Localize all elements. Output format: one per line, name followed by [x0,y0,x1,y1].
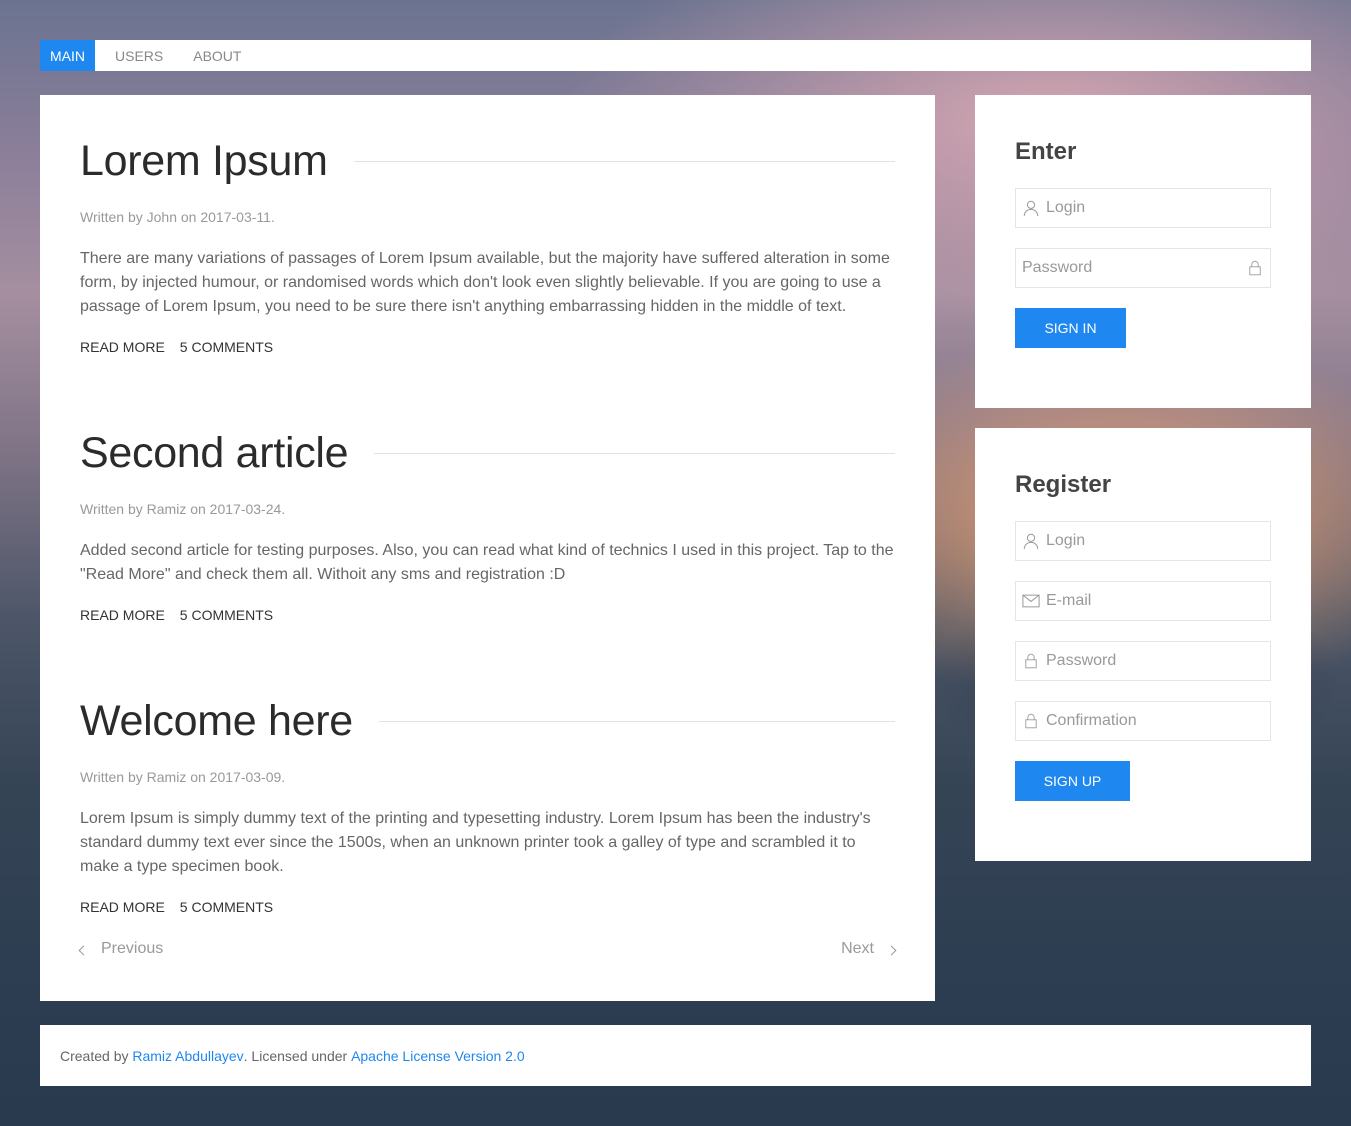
next-page-link[interactable]: Next [841,940,897,958]
comments-link[interactable]: 5 COMMENTS [180,899,273,915]
comments-link[interactable]: 5 COMMENTS [180,607,273,623]
nav-item-main[interactable]: MAIN [40,40,95,71]
title-divider [353,160,895,162]
lock-icon [1016,701,1046,741]
article-meta: Written by Ramiz on 2017-03-24. [80,501,286,517]
sign-in-card: Enter Login Password SIGN IN [975,95,1311,408]
user-icon [1016,521,1046,561]
article-header: Welcome here [80,696,895,746]
title-divider [378,720,895,722]
user-icon [1016,188,1046,228]
nav-item-about[interactable]: ABOUT [183,40,251,71]
article: Lorem Ipsum Written by John on 2017-03-1… [80,136,895,355]
title-divider [374,452,895,454]
password-placeholder: Password [1022,259,1093,276]
article-header: Lorem Ipsum [80,136,895,186]
top-nav: MAIN USERS ABOUT [40,40,1311,71]
read-more-link[interactable]: READ MORE [80,899,165,915]
mail-icon [1016,581,1046,621]
article-meta: Written by John on 2017-03-11. [80,209,275,225]
comments-link[interactable]: 5 COMMENTS [180,339,273,355]
register-title: Register [1015,471,1112,498]
footer: Created by Ramiz Abdullayev . Licensed u… [40,1025,1311,1086]
register-login-input[interactable]: Login [1015,521,1271,561]
article-body: Added second article for testing purpose… [80,542,894,583]
article-meta: Written by Ramiz on 2017-03-09. [80,769,286,785]
confirmation-placeholder: Confirmation [1046,712,1137,729]
email-placeholder: E-mail [1046,592,1092,609]
next-label: Next [841,940,874,957]
article-body: Lorem Ipsum is simply dummy text of the … [80,810,871,875]
article-title[interactable]: Second article [80,428,349,478]
login-placeholder: Login [1046,199,1086,216]
article-header: Second article [80,428,895,478]
author-link[interactable]: Ramiz Abdullayev [132,1048,243,1064]
articles-card: Lorem Ipsum Written by John on 2017-03-1… [40,95,935,1001]
previous-label: Previous [101,940,164,957]
article-links: READ MORE 5 COMMENTS [80,339,895,355]
article-links: READ MORE 5 COMMENTS [80,899,895,915]
read-more-link[interactable]: READ MORE [80,607,165,623]
register-card: Register Login E-mail Password Confirmat… [975,428,1311,861]
sign-in-title: Enter [1015,138,1077,165]
register-login-placeholder: Login [1046,532,1086,549]
register-password-placeholder: Password [1046,652,1117,669]
lock-icon [1016,641,1046,681]
chevron-left-icon [78,945,89,955]
article-links: READ MORE 5 COMMENTS [80,607,895,623]
chevron-right-icon [886,945,897,955]
article-body: There are many variations of passages of… [80,250,890,315]
confirmation-input[interactable]: Confirmation [1015,701,1271,741]
article: Welcome here Written by Ramiz on 2017-03… [80,696,895,915]
sign-in-button[interactable]: SIGN IN [1015,308,1126,348]
footer-created-by: Created by [60,1047,133,1064]
lock-icon [1240,248,1270,288]
nav-item-users[interactable]: USERS [105,40,173,71]
register-password-input[interactable]: Password [1015,641,1271,681]
footer-licensed: . Licensed under [243,1047,352,1064]
password-input[interactable]: Password [1015,248,1271,288]
previous-page-link[interactable]: Previous [78,940,164,958]
article: Second article Written by Ramiz on 2017-… [80,428,895,623]
article-title[interactable]: Lorem Ipsum [80,136,328,186]
read-more-link[interactable]: READ MORE [80,339,165,355]
email-input[interactable]: E-mail [1015,581,1271,621]
sign-up-button[interactable]: SIGN UP [1015,761,1130,801]
pagination: Previous Next [78,940,897,958]
article-title[interactable]: Welcome here [80,696,353,746]
license-link[interactable]: Apache License Version 2.0 [351,1048,525,1064]
login-input[interactable]: Login [1015,188,1271,228]
